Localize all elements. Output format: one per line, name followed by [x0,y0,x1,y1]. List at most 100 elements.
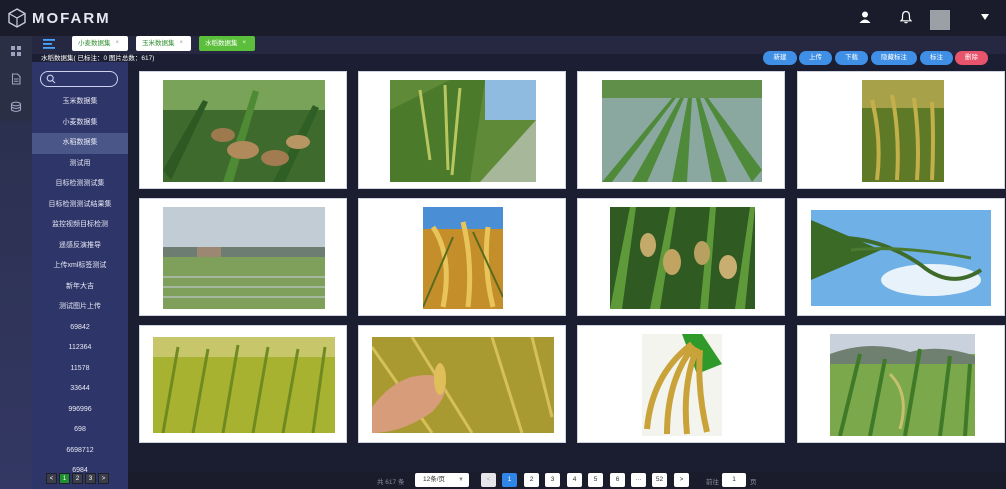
page-unit-label: 页 [750,479,757,486]
document-icon[interactable] [10,73,22,85]
sidebar-item-new-year[interactable]: 新年大吉 [32,277,128,298]
hide-annotations-button[interactable]: 隐藏标注 [871,51,917,65]
tab-wheat-dataset[interactable]: 小麦数据集 × [72,36,128,51]
sidebar-page-1[interactable]: 1 [59,473,70,484]
database-icon[interactable] [10,101,22,113]
new-button[interactable]: 新建 [763,51,797,65]
sidebar-prev-button[interactable]: < [46,473,57,484]
download-button[interactable]: 下载 [835,51,868,65]
avatar[interactable] [930,10,950,30]
dataset-list: 玉米数据集 小麦数据集 水稻数据集 测试用 目标检测测试集 目标检测测试结果集 … [32,92,128,482]
image-card[interactable] [797,198,1005,316]
bell-icon[interactable] [899,10,913,24]
user-icon[interactable] [858,10,872,24]
chevron-down-icon: ▼ [458,477,464,483]
sidebar-item-video-detection[interactable]: 监控视频目标检测 [32,215,128,236]
image-card[interactable] [577,325,785,443]
page-size-value: 12条/页 [423,476,446,483]
logo[interactable]: MOFARM [8,8,111,28]
image-thumbnail-rice-ear-sun [862,80,944,182]
image-thumbnail-rice-sky [811,210,991,306]
image-thumbnail-green-rice-hills [830,334,975,436]
annotate-button[interactable]: 标注 [920,51,953,65]
image-card[interactable] [577,198,785,316]
prev-page-button[interactable]: < [481,473,496,487]
page-size-select[interactable]: 12条/页 ▼ [415,473,469,487]
sidebar-item-996996[interactable]: 996996 [32,400,128,421]
image-gallery [128,68,1006,472]
total-count: 共 617 条 [377,479,405,486]
page-4-button[interactable]: 4 [567,473,582,487]
image-thumbnail-golden-rice [423,207,503,309]
image-thumbnail-rice-field-path [390,80,536,182]
tab-label: 水稻数据集 [205,40,238,47]
image-thumbnail-rice-closeup-1 [163,80,325,182]
image-thumbnail-paddy-rows [602,80,762,182]
page-52-button[interactable]: 52 [652,473,667,487]
icon-rail [0,36,32,489]
sidebar-item-69842[interactable]: 69842 [32,318,128,339]
sidebar-item-698[interactable]: 698 [32,420,128,441]
sidebar-next-button[interactable]: > [98,473,109,484]
tab-label: 玉米数据集 [142,40,175,47]
delete-button[interactable]: 删除 [955,51,988,65]
sidebar-item-6698712[interactable]: 6698712 [32,441,128,462]
caret-down-icon[interactable] [980,13,990,21]
image-card[interactable] [139,71,347,189]
grid-icon[interactable] [10,45,22,57]
sidebar-page-2[interactable]: 2 [72,473,83,484]
action-bar: 水稻数据集( 已标注：0 图片总数：617) 新建 上传 下载 隐藏标注 标注 … [32,51,1006,68]
pagination: 共 617 条 12条/页 ▼ < 1 2 3 4 5 6 ··· 52 > 前… [128,472,1006,489]
search-icon [46,74,56,84]
sidebar-item-wheat[interactable]: 小麦数据集 [32,113,128,134]
close-icon[interactable]: × [243,36,247,51]
sidebar-item-image-upload-test[interactable]: 测试图片上传 [32,297,128,318]
image-card[interactable] [358,198,566,316]
brand-name: MOFARM [32,9,111,27]
goto-page-input[interactable]: 1 [722,473,746,487]
dataset-sidebar: 玉米数据集 小麦数据集 水稻数据集 测试用 目标检测测试集 目标检测测试结果集 … [32,62,128,489]
image-card[interactable] [797,325,1005,443]
sidebar-page-3[interactable]: 3 [85,473,96,484]
sidebar-item-rice[interactable]: 水稻数据集 [32,133,128,154]
goto-label: 前往 [706,479,719,486]
hamburger-menu-icon[interactable] [43,39,55,49]
sidebar-pager: < 1 2 3 > [46,473,109,484]
image-thumbnail-paddy-village [163,207,325,309]
sidebar-item-detection-test[interactable]: 目标检测测试集 [32,174,128,195]
image-card[interactable] [139,198,347,316]
top-bar: MOFARM [0,0,1006,36]
sidebar-item-33644[interactable]: 33644 [32,379,128,400]
image-thumbnail-rice-bundle [642,334,722,436]
page-3-button[interactable]: 3 [545,473,560,487]
sidebar-item-11578[interactable]: 11578 [32,359,128,380]
image-card[interactable] [577,71,785,189]
tab-corn-dataset[interactable]: 玉米数据集 × [136,36,191,51]
page-2-button[interactable]: 2 [524,473,539,487]
search-input[interactable] [40,71,118,87]
image-thumbnail-rice-panicles [610,207,755,309]
page-5-button[interactable]: 5 [588,473,603,487]
tab-label: 小麦数据集 [78,40,111,47]
upload-button[interactable]: 上传 [799,51,832,65]
image-card[interactable] [139,325,347,443]
close-icon[interactable]: × [116,36,120,51]
sidebar-item-detection-results[interactable]: 目标检测测试结果集 [32,195,128,216]
image-card[interactable] [358,325,566,443]
sidebar-item-remote-sensing[interactable]: 遥感反演推导 [32,236,128,257]
more-pages-button[interactable]: ··· [631,473,646,487]
image-card[interactable] [358,71,566,189]
close-icon[interactable]: × [180,36,184,51]
next-page-button[interactable]: > [674,473,689,487]
sidebar-item-xml-upload[interactable]: 上传xml标签测试 [32,256,128,277]
tab-rice-dataset[interactable]: 水稻数据集 × [199,36,255,51]
image-card[interactable] [797,71,1005,189]
sidebar-item-test[interactable]: 测试用 [32,154,128,175]
page-1-button[interactable]: 1 [502,473,517,487]
image-thumbnail-rice-hand [372,337,554,433]
sidebar-item-112364[interactable]: 112364 [32,338,128,359]
cube-logo-icon [8,8,26,28]
sidebar-item-corn[interactable]: 玉米数据集 [32,92,128,113]
image-thumbnail-yellow-field [153,337,335,433]
page-6-button[interactable]: 6 [610,473,625,487]
